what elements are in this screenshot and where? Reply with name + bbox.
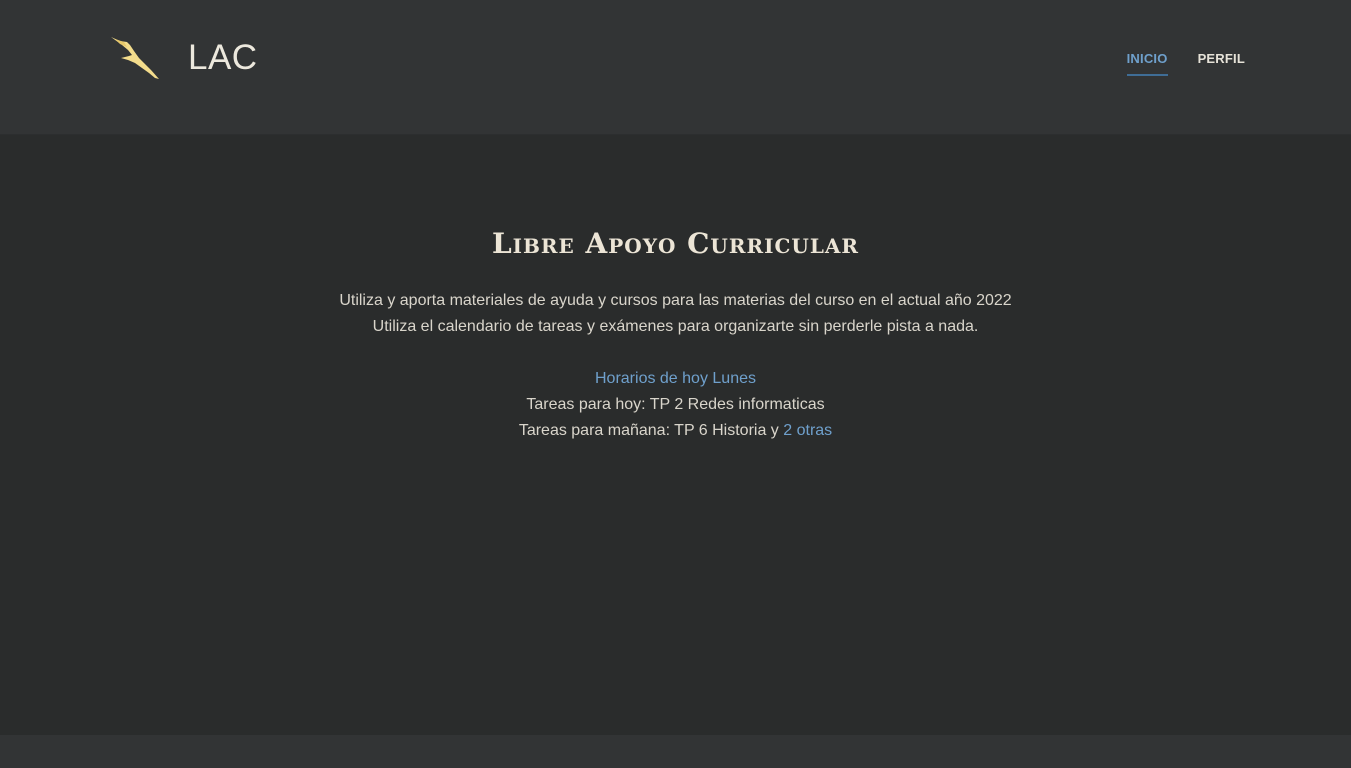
description-line-1: Utiliza y aporta materiales de ayuda y c… bbox=[339, 292, 1012, 309]
schedule-link[interactable]: Horarios de hoy Lunes bbox=[595, 370, 756, 387]
tasks-tomorrow: Tareas para mañana: TP 6 Historia y 2 ot… bbox=[0, 418, 1351, 444]
main-nav: INICIO PERFIL bbox=[1126, 50, 1245, 76]
nav-inicio[interactable]: INICIO bbox=[1126, 50, 1168, 76]
tasks-today: Tareas para hoy: TP 2 Redes informaticas bbox=[526, 396, 825, 413]
bird-icon[interactable] bbox=[108, 33, 162, 83]
brand-name[interactable]: LAC bbox=[188, 36, 258, 80]
description: Utiliza y aporta materiales de ayuda y c… bbox=[0, 288, 1351, 340]
page-title: Libre Apoyo Curricular bbox=[491, 227, 860, 260]
tasks-tomorrow-text: Tareas para mañana: TP 6 Historia y bbox=[518, 422, 784, 439]
nav-perfil[interactable]: PERFIL bbox=[1198, 50, 1245, 76]
site-footer bbox=[0, 735, 1351, 768]
other-tasks-link[interactable]: 2 otras bbox=[783, 422, 832, 439]
hero-section: Libre Apoyo Curricular Utiliza y aporta … bbox=[0, 224, 1351, 444]
description-line-2: Utiliza el calendario de tareas y exámen… bbox=[372, 318, 979, 335]
site-header: LAC INICIO PERFIL bbox=[0, 0, 1351, 135]
daily-info: Horarios de hoy Lunes Tareas para hoy: T… bbox=[0, 366, 1351, 444]
